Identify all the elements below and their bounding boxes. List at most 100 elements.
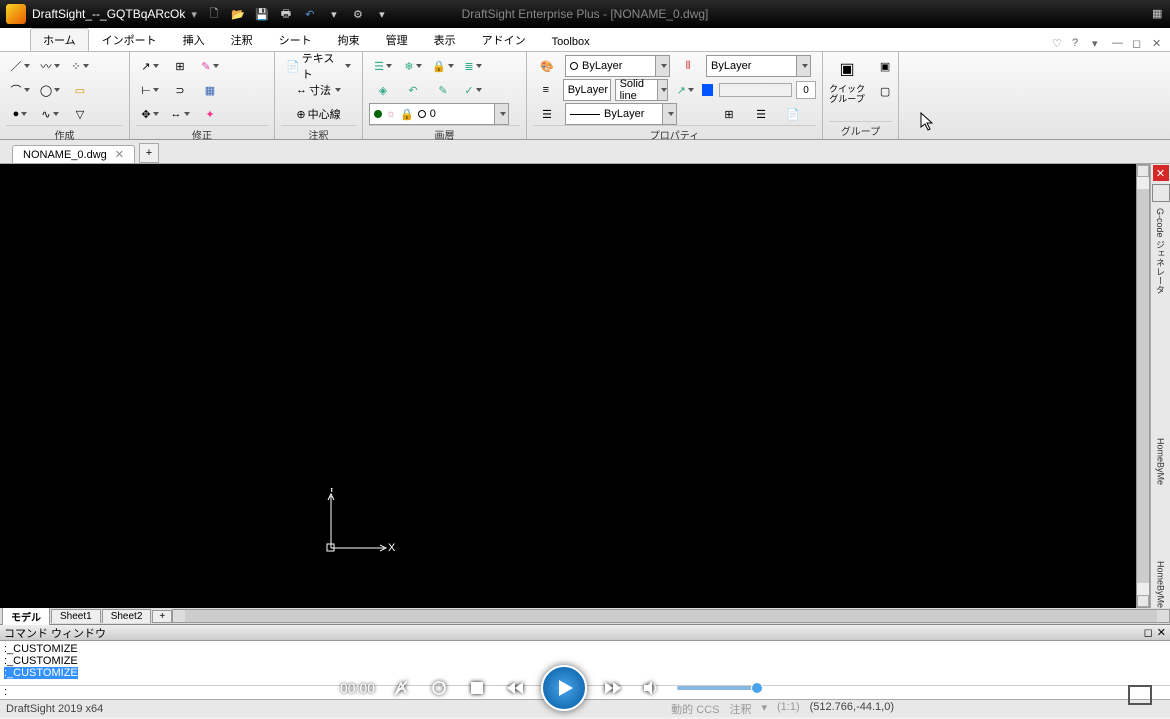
qat-more-icon[interactable]: ▾ <box>373 5 391 23</box>
explode-icon[interactable]: ✦ <box>196 103 224 125</box>
palette-homebyme2[interactable]: HomeByMe <box>1156 561 1166 608</box>
palette-gcode[interactable]: G-code ジェネレータ <box>1154 208 1167 294</box>
color-combo[interactable]: ByLayer <box>565 55 670 77</box>
region-icon[interactable]: ▽ <box>66 103 94 125</box>
palette-close-icon[interactable]: ✕ <box>1153 165 1169 181</box>
tab-annotate[interactable]: 注釈 <box>218 28 266 51</box>
open-icon[interactable]: 📂 <box>229 5 247 23</box>
layer-props-icon[interactable]: ☰ <box>369 55 397 77</box>
close-icon[interactable]: ✕ <box>1152 37 1166 51</box>
vc-stop-icon[interactable] <box>465 676 489 700</box>
quick-group-btn[interactable]: ▣ クイック グループ <box>829 55 865 121</box>
dimension-btn[interactable]: ↔寸法 <box>281 79 356 101</box>
minimize-icon[interactable]: — <box>1112 37 1126 51</box>
linetype-icon[interactable]: ≡ <box>533 79 559 101</box>
stretch-icon[interactable]: ✥ <box>136 103 164 125</box>
sheet-tab-2[interactable]: Sheet2 <box>102 609 152 623</box>
lineweight-combo[interactable]: ByLayer <box>565 103 677 125</box>
fullscreen-icon[interactable] <box>1128 685 1152 705</box>
tab-addin[interactable]: アドイン <box>469 28 539 51</box>
lineweight-icon[interactable]: ☰ <box>533 103 561 125</box>
move-icon[interactable]: ↗ <box>136 55 164 77</box>
layer-iso-icon[interactable]: ◈ <box>369 79 397 101</box>
status-ann-dd[interactable]: ▾ <box>761 701 767 717</box>
undo-icon[interactable]: ↶ <box>301 5 319 23</box>
tab-home[interactable]: ホーム <box>30 28 89 51</box>
heart-icon[interactable]: ♡ <box>1052 37 1066 51</box>
polyline-icon[interactable]: 〰 <box>36 55 64 77</box>
cmd-close-icon[interactable]: ✕ <box>1157 626 1166 639</box>
vc-volume-icon[interactable] <box>639 676 663 700</box>
palette-dock-icon[interactable] <box>1152 184 1170 202</box>
palette-homebyme1[interactable]: HomeByMe <box>1156 438 1166 485</box>
ls-combo[interactable]: Solid line <box>615 79 669 101</box>
layer-ok-icon[interactable]: ✓ <box>459 79 487 101</box>
arc-icon[interactable]: ⌒ <box>6 79 34 101</box>
close-icon[interactable]: ✕ <box>115 148 124 161</box>
drawing-canvas[interactable]: Y X <box>0 164 1136 608</box>
sheet-tab-model[interactable]: モデル <box>2 607 50 625</box>
qat-dropdown-icon[interactable]: ▾ <box>191 8 197 21</box>
dropdown-icon[interactable]: ▾ <box>1092 37 1106 51</box>
centerline-btn[interactable]: ⊕中心線 <box>281 103 356 125</box>
layer-combo[interactable]: ☼ 🔒 0 <box>369 103 509 125</box>
line-icon[interactable]: ／ <box>6 55 34 77</box>
match-icon[interactable]: ↗ <box>672 79 698 101</box>
layer-freeze-icon[interactable]: ❄ <box>399 55 427 77</box>
offset-icon[interactable]: ⊃ <box>166 79 194 101</box>
group-icon[interactable]: ▣ <box>871 55 899 77</box>
tab-import[interactable]: インポート <box>89 28 170 51</box>
vc-forward-icon[interactable] <box>601 676 625 700</box>
spline-icon[interactable]: ∿ <box>36 103 64 125</box>
transparency-slider[interactable] <box>719 83 792 97</box>
layer-match-icon[interactable]: ✎ <box>429 79 457 101</box>
help-icon[interactable]: ? <box>1072 37 1086 51</box>
grid-icon[interactable]: ▦ <box>1152 7 1166 21</box>
compare-icon[interactable]: ⦀ <box>674 55 702 77</box>
vc-play-btn[interactable] <box>541 665 587 711</box>
new-icon[interactable]: 🗋 <box>205 5 223 23</box>
file-tab[interactable]: NONAME_0.dwg ✕ <box>12 145 135 163</box>
vc-volume-slider[interactable] <box>677 686 757 690</box>
linetype2-combo[interactable]: ByLayer <box>706 55 811 77</box>
tab-toolbox[interactable]: Toolbox <box>539 32 603 51</box>
layer-lock-icon[interactable]: 🔒 <box>429 55 457 77</box>
array-icon[interactable]: ⊞ <box>166 55 194 77</box>
doc-icon[interactable]: 📄 <box>779 103 807 125</box>
tab-constrain[interactable]: 拘束 <box>325 28 373 51</box>
rect-icon[interactable]: ▭ <box>66 79 94 101</box>
vscrollbar[interactable] <box>1136 164 1150 608</box>
erase-icon[interactable]: ✎ <box>196 55 224 77</box>
ellipse-icon[interactable]: ◯ <box>36 79 64 101</box>
hatch-icon[interactable]: ▦ <box>196 79 224 101</box>
redo-icon[interactable]: ▾ <box>325 5 343 23</box>
vc-toggle-a[interactable] <box>389 676 413 700</box>
trim-icon[interactable]: ⊢ <box>136 79 164 101</box>
layer-prev-icon[interactable]: ↶ <box>399 79 427 101</box>
text-btn[interactable]: 📄テキスト <box>281 55 356 77</box>
table-icon[interactable]: ⊞ <box>715 103 743 125</box>
layer-states-icon[interactable]: ≣ <box>459 55 487 77</box>
lt-combo[interactable]: ByLayer <box>563 79 611 101</box>
tab-view[interactable]: 表示 <box>421 28 469 51</box>
status-scale[interactable]: (1:1) <box>777 701 800 717</box>
cmd-dock-icon[interactable]: ◻ <box>1144 626 1153 639</box>
customize-icon[interactable]: ⚙ <box>349 5 367 23</box>
add-sheet-btn[interactable]: + <box>152 610 172 623</box>
vc-rewind-icon[interactable] <box>503 676 527 700</box>
save-icon[interactable]: 💾 <box>253 5 271 23</box>
tab-manage[interactable]: 管理 <box>373 28 421 51</box>
maximize-icon[interactable]: ◻ <box>1132 37 1146 51</box>
tab-insert[interactable]: 挿入 <box>170 28 218 51</box>
tab-sheet[interactable]: シート <box>266 28 325 51</box>
hscrollbar[interactable] <box>172 609 1170 623</box>
sheet-tab-1[interactable]: Sheet1 <box>51 609 101 623</box>
ungroup-icon[interactable]: ▢ <box>871 80 899 102</box>
scale-icon[interactable]: ↔ <box>166 103 194 125</box>
print-icon[interactable]: 🖶 <box>277 5 295 23</box>
list-icon[interactable]: ☰ <box>747 103 775 125</box>
transparency-input[interactable] <box>796 81 816 99</box>
add-file-tab[interactable]: + <box>139 143 159 163</box>
point-icon[interactable]: ⁘ <box>66 55 94 77</box>
color-picker-icon[interactable]: 🎨 <box>533 55 561 77</box>
